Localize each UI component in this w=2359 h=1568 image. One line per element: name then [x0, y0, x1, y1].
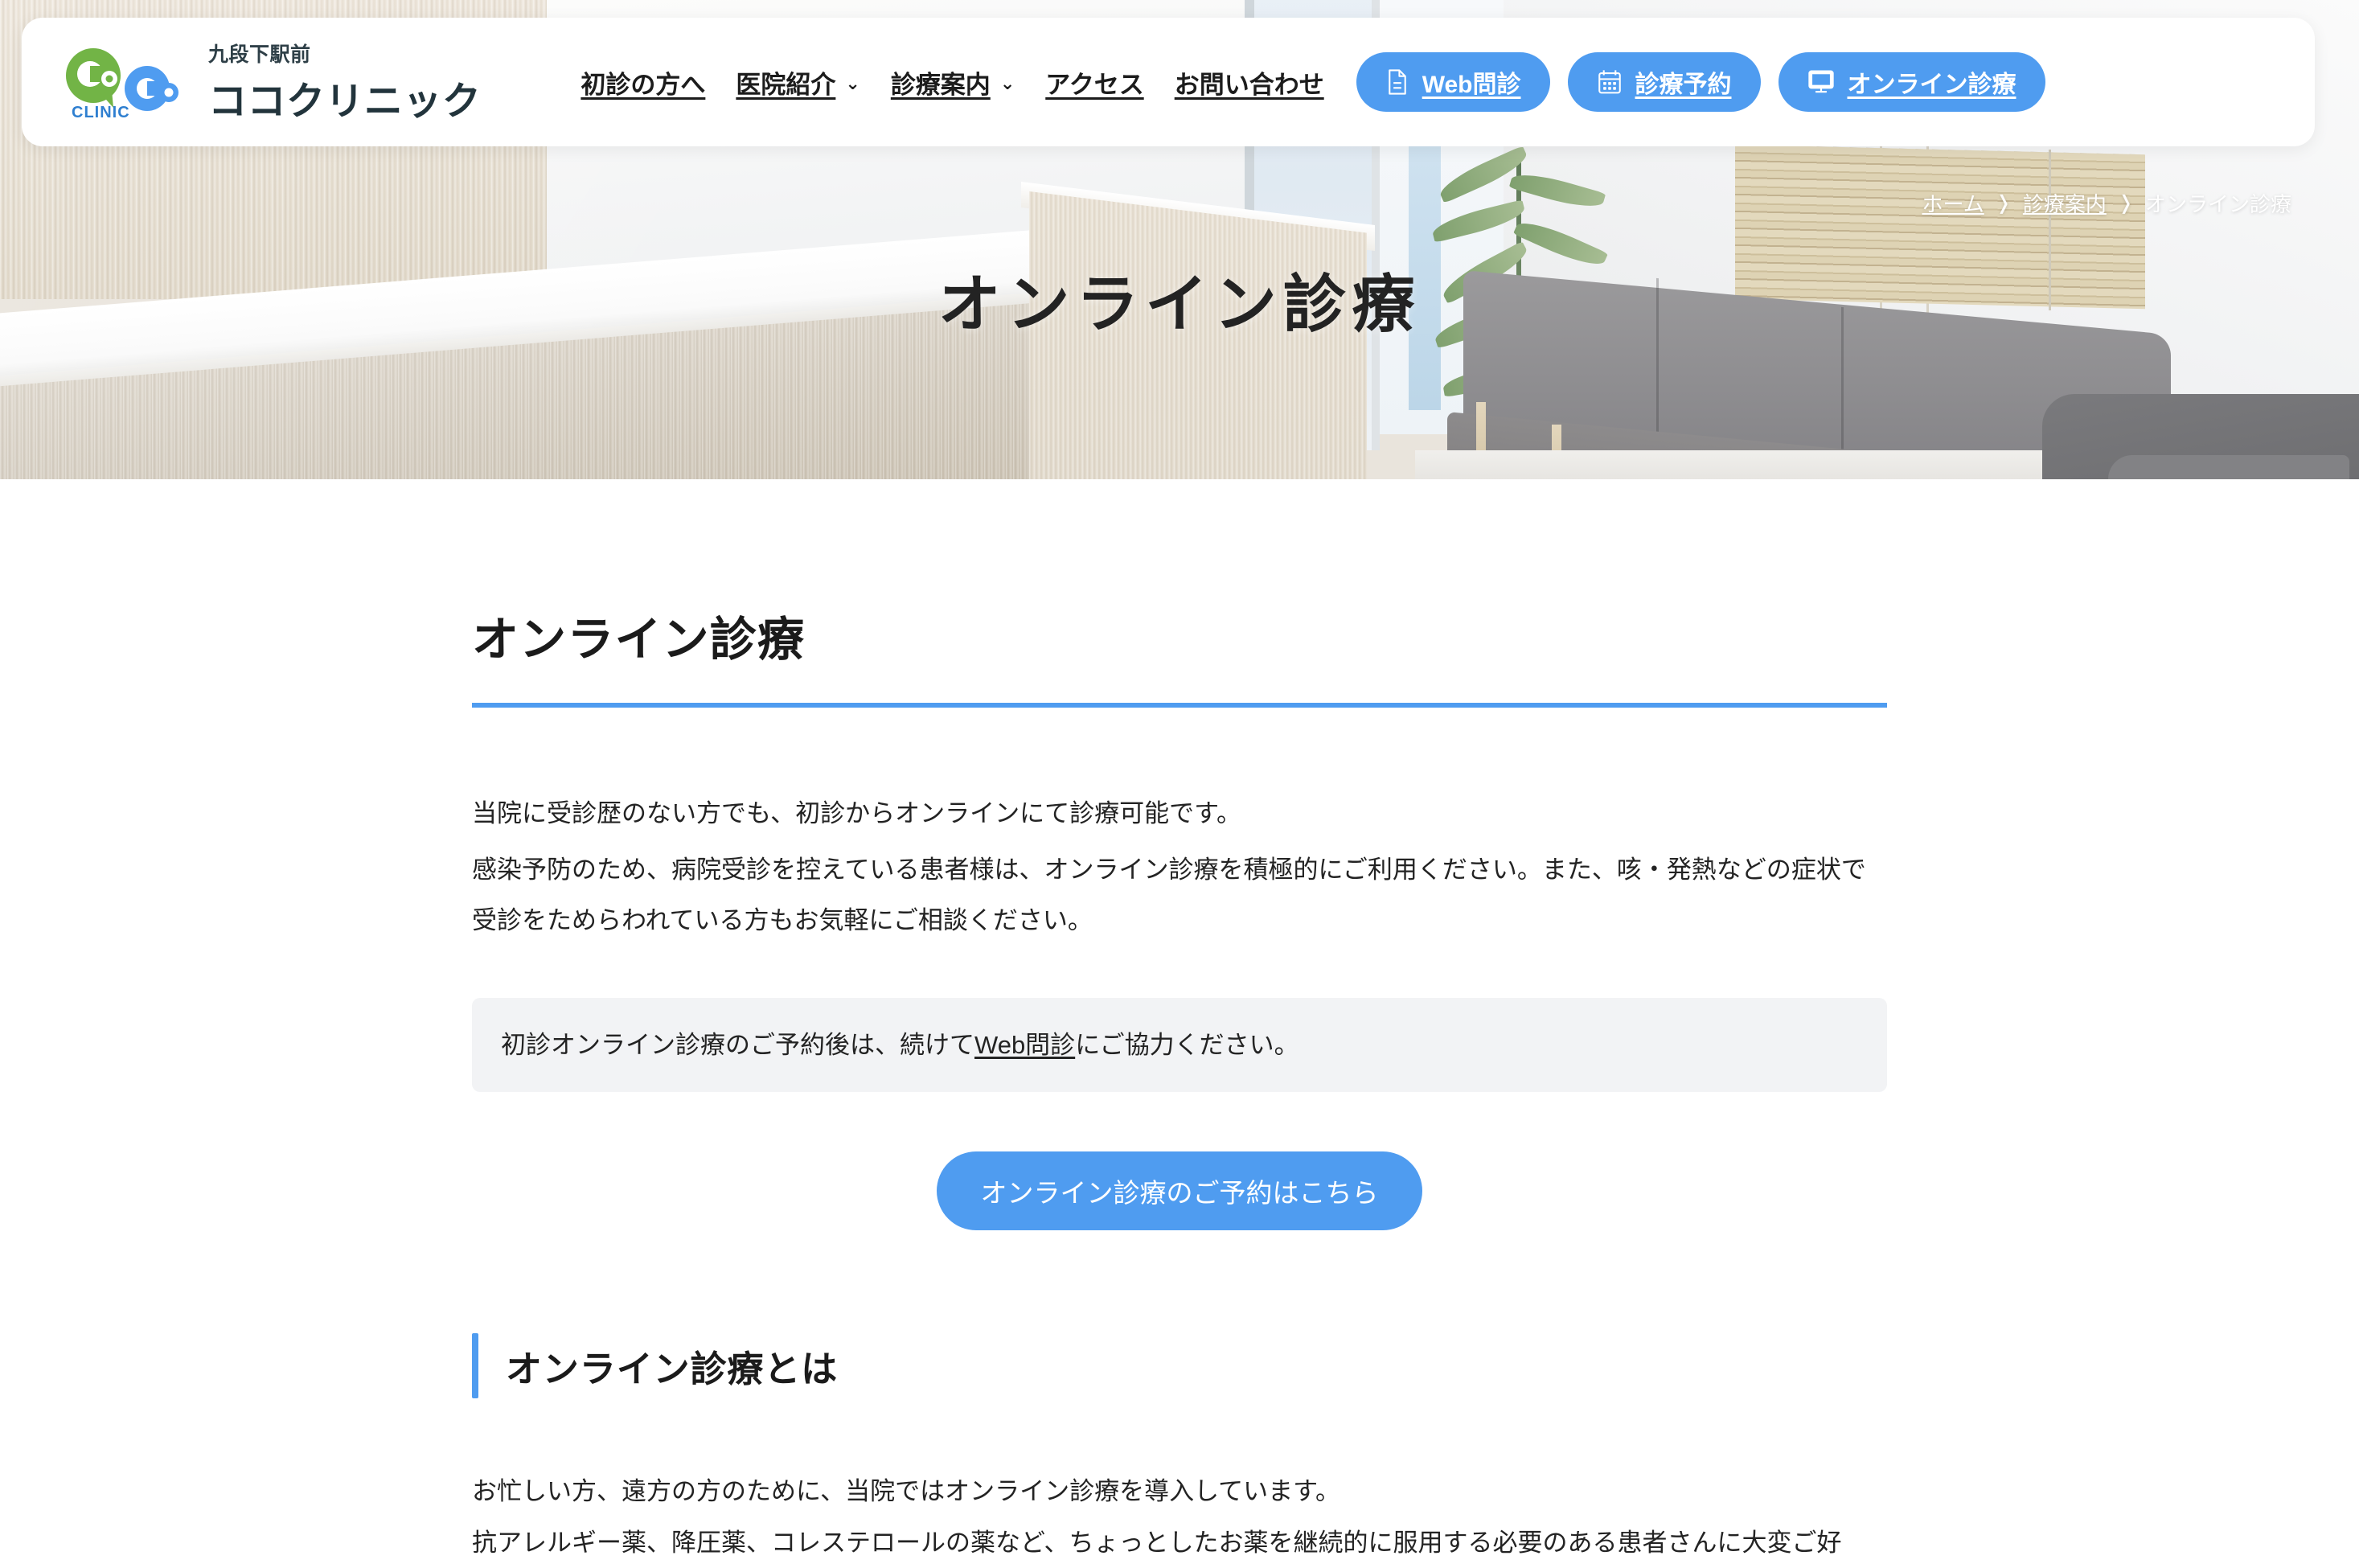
nav-label: お問い合わせ — [1174, 70, 1324, 99]
body-paragraph-1: お忙しい方、遠方の方のために、当院ではオンライン診療を導入しています。 — [472, 1477, 1341, 1506]
breadcrumb-item-current: オンライン診療 — [2144, 192, 2291, 216]
nav-access[interactable]: アクセス — [1045, 64, 1143, 101]
chevron-down-icon: ⌄ — [999, 73, 1015, 93]
appointment-button[interactable]: 診療予約 — [1567, 52, 1761, 112]
body-paragraph-2: 抗アレルギー薬、降圧薬、コレステロールの薬など、ちょっとしたお薬を継続的に服用す… — [472, 1528, 1842, 1557]
breadcrumb-separator-icon: ❭ — [2117, 192, 2134, 214]
page-title-underline — [472, 703, 1887, 708]
nav-medical-guide[interactable]: 診療案内 ⌄ — [891, 64, 1015, 101]
svg-text:CLINIC: CLINIC — [72, 104, 130, 121]
nav-label: 医院紹介 — [736, 70, 836, 99]
hero-title: オンライン診療 — [937, 269, 1422, 339]
calendar-icon — [1597, 68, 1623, 96]
cta-label: オンライン診療 — [1847, 72, 2016, 98]
page-title: オンライン診療 — [472, 614, 806, 666]
nav-contact[interactable]: お問い合わせ — [1175, 64, 1324, 101]
document-icon — [1385, 68, 1409, 96]
brand-name: ココクリニック — [208, 80, 482, 123]
nav-label: アクセス — [1045, 70, 1144, 99]
section-body: お忙しい方、遠方の方のために、当院ではオンライン診療を導入しています。 抗アレル… — [472, 1466, 1887, 1568]
cta-label: 診療予約 — [1635, 72, 1732, 98]
lead-paragraph-2: 感染予防のため、病院受診を控えている患者様は、オンライン診療を積極的にご利用くだ… — [472, 855, 1866, 935]
lead-paragraphs: 当院に受診歴のない方でも、初診からオンラインにて診療可能です。 感染予防のため、… — [472, 788, 1887, 946]
brand-sublabel: 九段下駅前 — [208, 43, 311, 66]
main-content: オンライン診療 当院に受診歴のない方でも、初診からオンラインにて診療可能です。 … — [0, 479, 2359, 1568]
notice-text-before: 初診オンライン診療のご予約後は、続けて — [501, 1030, 974, 1059]
cta-label: Web問診 — [1422, 72, 1521, 98]
notice-text-after: にご協力ください。 — [1075, 1030, 1299, 1059]
breadcrumb-item-medical-guide[interactable]: 診療案内 — [2023, 188, 2107, 218]
site-header: CLINIC 九段下駅前 ココクリニック 初診の方へ 医院紹介 ⌄ 診療案内 ⌄… — [22, 18, 2315, 146]
nav-label: 診療案内 — [890, 70, 991, 99]
web-questionnaire-button[interactable]: Web問診 — [1356, 52, 1550, 112]
monitor-icon — [1807, 69, 1835, 95]
lead-paragraph-1: 当院に受診歴のない方でも、初診からオンラインにて診療可能です。 — [472, 799, 1241, 827]
coco-clinic-logo-icon: CLINIC — [55, 43, 191, 121]
notice-web-questionnaire-link[interactable]: Web問診 — [974, 1031, 1075, 1059]
header-cta-group: Web問診 診療予約 オンライン診療 — [1356, 52, 2045, 112]
nav-first-visit[interactable]: 初診の方へ — [581, 64, 705, 101]
nav-label: 初診の方へ — [581, 70, 706, 99]
nav-clinic-intro[interactable]: 医院紹介 ⌄ — [736, 64, 859, 101]
online-consultation-reserve-button[interactable]: オンライン診療のご予約はこちら — [937, 1151, 1422, 1231]
notice-box: 初診オンライン診療のご予約後は、続けてWeb問診にご協力ください。 — [472, 997, 1887, 1093]
brand-logo-link[interactable]: CLINIC 九段下駅前 ココクリニック — [55, 39, 481, 125]
section-heading-accent-bar — [472, 1333, 478, 1399]
breadcrumb-item-home[interactable]: ホーム — [1922, 188, 1984, 218]
section-heading-block: オンライン診療とは — [472, 1333, 1887, 1399]
main-navigation: 初診の方へ 医院紹介 ⌄ 診療案内 ⌄ アクセス お問い合わせ — [581, 64, 1323, 101]
online-consultation-button[interactable]: オンライン診療 — [1778, 52, 2045, 112]
breadcrumb: ホーム ❭ 診療案内 ❭ オンライン診療 — [1922, 188, 2291, 218]
section-heading: オンライン診療とは — [506, 1348, 839, 1390]
chevron-down-icon: ⌄ — [845, 73, 860, 93]
cta-row: オンライン診療のご予約はこちら — [472, 1151, 1887, 1231]
breadcrumb-separator-icon: ❭ — [1995, 192, 2012, 214]
